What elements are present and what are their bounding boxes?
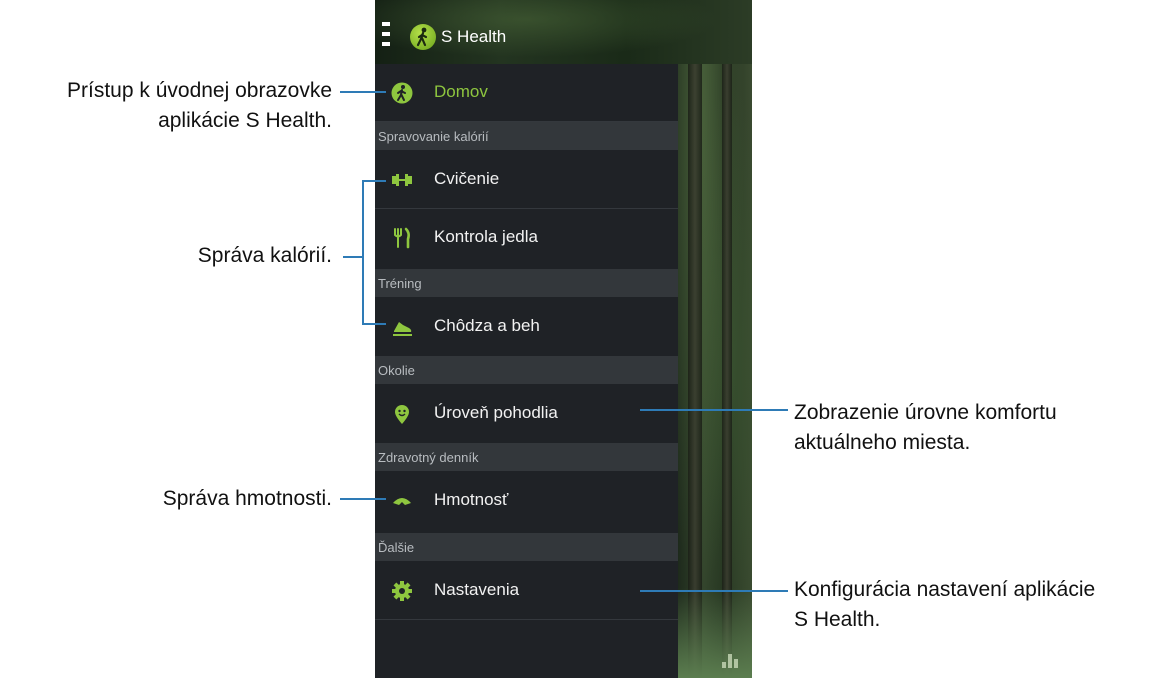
- scale-icon: [391, 490, 413, 512]
- walking-figure-icon: [391, 82, 413, 104]
- menu-item-comfort[interactable]: Úroveň pohodlia: [375, 385, 678, 442]
- annotation-text: Zobrazenie úrovne komfortu: [794, 401, 1057, 424]
- menu-item-label: Kontrola jedla: [434, 227, 538, 246]
- menu-item-label: Nastavenia: [434, 580, 520, 599]
- menu-item-walking[interactable]: Chôdza a beh: [375, 298, 678, 355]
- annotation-settings: Konfigurácia nastavení aplikácie S Healt…: [794, 575, 1163, 635]
- chart-icon[interactable]: [722, 652, 742, 668]
- gear-icon: [391, 580, 413, 602]
- menu-item-food[interactable]: Kontrola jedla: [375, 209, 678, 266]
- dumbbell-icon: [391, 169, 413, 191]
- section-header-training: Tréning: [375, 269, 678, 297]
- menu-item-label: Domov: [434, 82, 488, 101]
- callout-line-weight: [340, 498, 386, 500]
- callout-bracket-bottom: [362, 323, 386, 325]
- annotation-text: Konfigurácia nastavení aplikácie: [794, 578, 1096, 601]
- annotation-text: Správa hmotnosti.: [162, 487, 332, 510]
- app-header: S Health: [375, 0, 752, 64]
- section-header-health-diary: Zdravotný denník: [375, 443, 678, 471]
- section-label: Spravovanie kalórií: [378, 129, 489, 144]
- annotation-weight: Správa hmotnosti.: [0, 484, 332, 514]
- menu-item-weight[interactable]: Hmotnosť: [375, 472, 678, 529]
- callout-line-settings: [640, 590, 788, 592]
- annotation-comfort: Zobrazenie úrovne komfortu aktuálneho mi…: [794, 398, 1154, 458]
- annotation-text: aktuálneho miesta.: [794, 431, 971, 454]
- menu-icon[interactable]: [382, 22, 390, 46]
- menu-item-label: Chôdza a beh: [434, 316, 540, 335]
- smiley-pin-icon: [391, 403, 413, 425]
- callout-line-comfort: [640, 409, 788, 411]
- annotation-text: aplikácie S Health.: [158, 109, 332, 132]
- annotation-calories: Správa kalórií.: [0, 241, 332, 271]
- menu-item-exercise[interactable]: Cvičenie: [375, 151, 678, 209]
- annotation-text: Správa kalórií.: [197, 244, 332, 267]
- menu-item-label: Úroveň pohodlia: [434, 403, 558, 422]
- section-label: Zdravotný denník: [378, 450, 479, 465]
- section-header-calories: Spravovanie kalórií: [375, 122, 678, 150]
- running-shoe-icon: [391, 316, 413, 338]
- menu-item-label: Cvičenie: [434, 169, 500, 188]
- section-header-surroundings: Okolie: [375, 356, 678, 384]
- callout-line-home: [340, 91, 386, 93]
- callout-bracket-calories: [362, 180, 364, 325]
- section-label: Ďalšie: [378, 540, 415, 555]
- app-title: S Health: [441, 27, 507, 46]
- phone-screen: S Health Domov Spravovanie kalórií Cviče…: [375, 0, 752, 678]
- menu-item-settings[interactable]: Nastavenia: [375, 562, 678, 620]
- navigation-drawer: Domov Spravovanie kalórií Cvičenie Kontr…: [375, 64, 678, 678]
- menu-item-home[interactable]: Domov: [375, 64, 678, 122]
- callout-line-calories: [343, 256, 363, 258]
- callout-bracket-top: [362, 180, 386, 182]
- section-label: Tréning: [378, 276, 422, 291]
- s-health-logo-icon[interactable]: [410, 24, 436, 50]
- background-forest: [678, 0, 752, 678]
- annotation-home: Prístup k úvodnej obrazovke aplikácie S …: [0, 76, 332, 136]
- section-header-more: Ďalšie: [375, 533, 678, 561]
- annotation-text: Prístup k úvodnej obrazovke: [67, 79, 332, 102]
- section-label: Okolie: [378, 363, 415, 378]
- annotation-text: S Health.: [794, 608, 881, 631]
- fork-knife-icon: [391, 227, 413, 249]
- menu-item-label: Hmotnosť: [434, 490, 509, 509]
